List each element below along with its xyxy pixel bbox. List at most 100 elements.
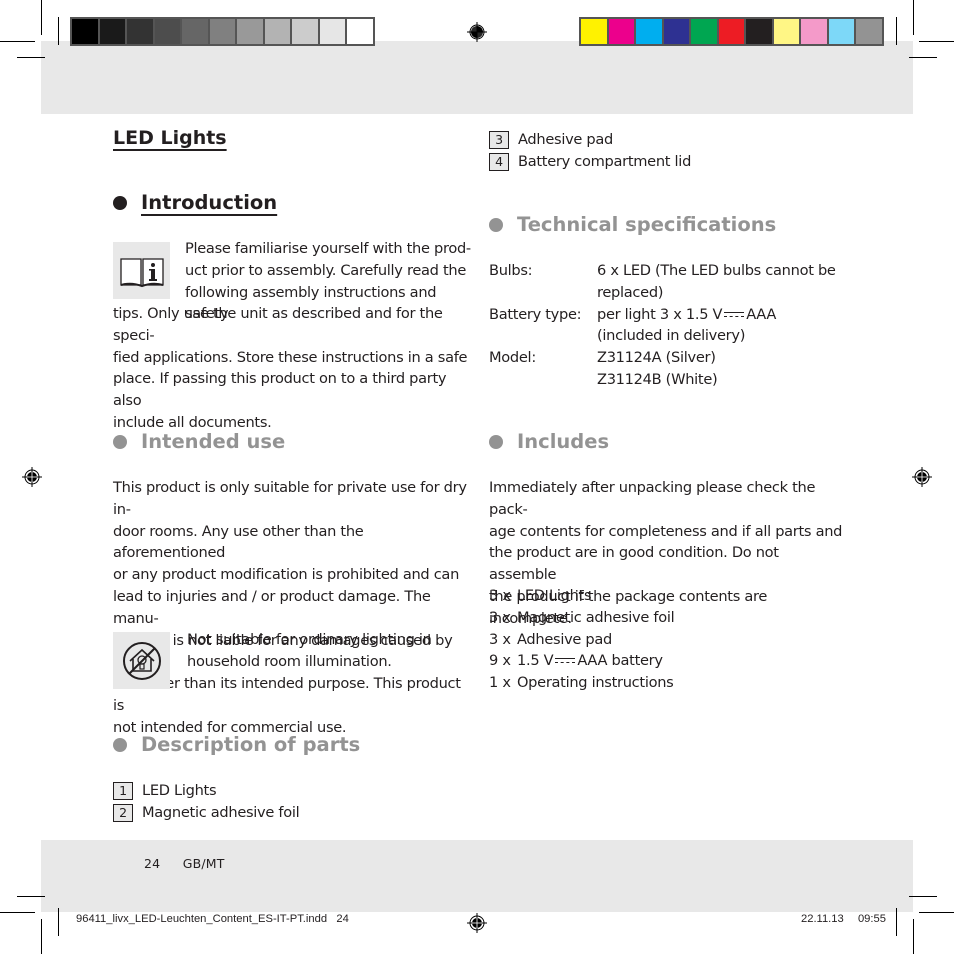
includes-item: 3 x Magnetic adhesive foil <box>489 607 849 629</box>
registration-mark-icon <box>467 913 487 933</box>
technical-specifications-table: Bulbs: 6 x LED (The LED bulbs cannot be … <box>489 260 849 391</box>
crop-mark <box>17 896 45 897</box>
item-quantity: 3 x <box>489 608 511 626</box>
section-heading-intended-use: Intended use <box>113 430 285 453</box>
part-item: 2 Magnetic adhesive foil <box>113 802 473 824</box>
color-swatch <box>828 19 855 44</box>
document-title: LED Lights <box>113 127 227 149</box>
part-item: 4 Battery compartment lid <box>489 151 849 173</box>
text-line: Z31124A (Silver) <box>597 349 716 367</box>
spec-value: Z31124A (Silver) Z31124B (White) <box>597 347 849 391</box>
introduction-text: tips. Only use the unit as described and… <box>113 303 473 434</box>
header-band <box>41 41 913 114</box>
text-line: place. If passing this product on to a t… <box>113 370 447 410</box>
color-swatch <box>319 19 346 44</box>
item-label: Adhesive pad <box>517 630 613 648</box>
footer-band <box>41 840 913 912</box>
crop-mark <box>58 17 59 45</box>
color-swatch <box>237 19 263 44</box>
crop-mark <box>919 41 954 42</box>
direct-current-icon <box>555 656 576 666</box>
spec-value: 6 x LED (The LED bulbs cannot be replace… <box>597 260 849 304</box>
crop-mark <box>913 0 914 35</box>
item-quantity: 9 x <box>489 652 511 670</box>
registration-mark-icon <box>912 467 932 487</box>
text-segment: per light 3 x 1.5 V <box>597 305 723 323</box>
language-code: GB/MT <box>182 856 225 871</box>
spec-row-battery-type: Battery type: per light 3 x 1.5 V AAA (in… <box>489 304 849 348</box>
section-heading-includes: Includes <box>489 430 609 453</box>
item-quantity: 3 x <box>489 587 511 604</box>
heading-text: Introduction <box>141 191 278 214</box>
color-swatch <box>581 19 607 44</box>
part-label: Battery compartment lid <box>518 152 692 170</box>
text-line: Immediately after unpacking please check… <box>489 479 816 518</box>
heading-text: Description of parts <box>141 733 361 756</box>
text-line: 6 x LED (The LED bulbs cannot be <box>597 262 836 279</box>
part-number: 4 <box>489 152 509 171</box>
color-swatch <box>154 19 181 44</box>
color-swatch <box>72 19 98 44</box>
crop-mark <box>17 57 45 58</box>
text-line: door rooms. Any use other than the afore… <box>113 522 364 562</box>
part-label: LED Lights <box>142 782 217 799</box>
parts-list-right: 3 Adhesive pad 4 Battery compartment lid <box>489 129 849 173</box>
text-segment: 1.5 V <box>517 652 554 670</box>
text-line: the product are in good condition. Do no… <box>489 544 779 584</box>
heading-text: Technical specifications <box>517 213 777 236</box>
item-label: LED Lights <box>517 587 592 604</box>
grayscale-calibration-bar <box>70 17 375 46</box>
color-swatch <box>663 19 690 44</box>
text-line: tips. Only use the unit as described and… <box>113 305 443 344</box>
color-swatch <box>264 19 291 44</box>
print-date: 22.11.13 <box>801 913 844 925</box>
print-time: 09:55 <box>857 913 886 925</box>
text-line: per light 3 x 1.5 V AAA <box>597 304 849 326</box>
includes-item: 9 x 1.5 V AAA battery <box>489 650 849 672</box>
color-swatch <box>608 19 635 44</box>
bullet-icon <box>113 434 127 449</box>
item-label: 1.5 V AAA battery <box>517 650 663 672</box>
spec-row-bulbs: Bulbs: 6 x LED (The LED bulbs cannot be … <box>489 260 849 304</box>
part-item: 3 Adhesive pad <box>489 129 849 151</box>
color-swatch <box>182 19 208 44</box>
crop-mark <box>913 919 914 954</box>
household-lighting-notice: Not suitable for ordinary lighting in ho… <box>187 629 467 673</box>
part-label: Adhesive pad <box>518 131 614 148</box>
spec-value: per light 3 x 1.5 V AAA (included in deli… <box>597 304 849 348</box>
item-quantity: 3 x <box>489 630 511 648</box>
spec-label: Battery type: <box>489 305 582 323</box>
text-line: (included in delivery) <box>597 327 746 345</box>
includes-list: 3 x LED Lights 3 x Magnetic adhesive foi… <box>489 585 849 694</box>
text-line: Not suitable for ordinary lighting in <box>187 631 432 648</box>
crop-mark <box>41 0 42 35</box>
page-footer: 24 GB/MT <box>144 856 225 871</box>
color-swatch <box>636 19 662 44</box>
includes-item: 3 x LED Lights <box>489 585 849 607</box>
part-label: Magnetic adhesive foil <box>142 803 300 821</box>
item-quantity: 1 x <box>489 674 511 692</box>
color-swatch <box>292 19 318 44</box>
not-for-household-lighting-icon <box>113 632 170 689</box>
page-number: 24 <box>144 856 161 871</box>
text-line: lead to injuries and / or product damage… <box>113 587 431 627</box>
color-swatch <box>746 19 772 44</box>
color-swatch <box>691 19 717 44</box>
print-slug-filename: 96411_livx_LED-Leuchten_Content_ES-IT-PT… <box>76 913 349 925</box>
bullet-icon <box>489 434 503 449</box>
heading-text: Includes <box>517 430 610 453</box>
item-label: Magnetic adhesive foil <box>517 608 675 626</box>
text-line: household room illumination. <box>187 652 392 670</box>
intended-use-text: This product is only suitable for privat… <box>113 477 473 739</box>
read-instructions-icon <box>113 242 170 299</box>
crop-mark <box>58 908 59 936</box>
color-swatch <box>127 19 153 44</box>
text-line: uct prior to assembly. Carefully read th… <box>185 261 467 279</box>
parts-list-left: 1 LED Lights 2 Magnetic adhesive foil <box>113 780 473 824</box>
text-line: age contents for completeness and if all… <box>489 522 843 540</box>
section-heading-description-of-parts: Description of parts <box>113 733 360 756</box>
direct-current-icon <box>724 310 745 320</box>
print-slug-timestamp: 22.11.13 09:55 <box>801 913 886 925</box>
text-line: or any product modification is prohibite… <box>113 566 460 584</box>
crop-mark <box>919 912 954 913</box>
